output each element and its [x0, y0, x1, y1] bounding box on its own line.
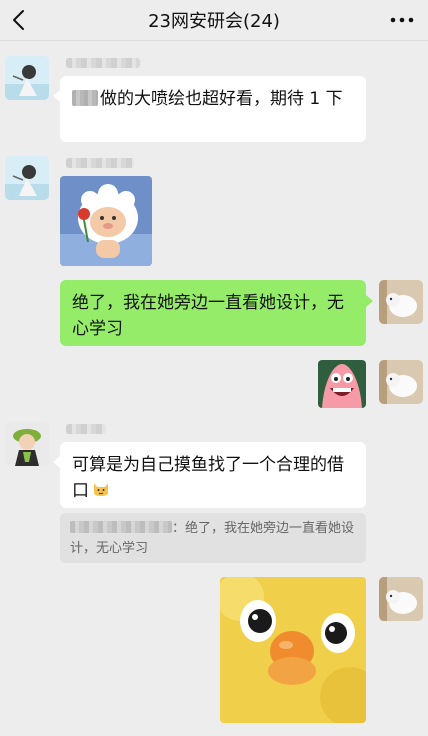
- redacted-name: [72, 90, 98, 106]
- bubble-tail: [53, 456, 60, 468]
- more-dots-icon: [390, 17, 414, 23]
- avatar[interactable]: [5, 156, 49, 200]
- bubble-tail: [53, 90, 60, 102]
- avatar[interactable]: [5, 422, 49, 466]
- avatar[interactable]: [379, 360, 423, 404]
- quoted-message[interactable]: ：绝了，我在她旁边一直看她设计，无心学习: [60, 513, 366, 563]
- quote-prefix: ：: [172, 521, 186, 536]
- chat-header: 23网安研会(24): [0, 0, 428, 41]
- message-text: 做的大喷绘也超好看，期待 1 下: [100, 89, 343, 109]
- sender-name-blurred: [66, 158, 134, 168]
- bubble-tail: [366, 295, 373, 307]
- message-bubble[interactable]: 做的大喷绘也超好看，期待 1 下: [60, 76, 366, 142]
- sender-name-blurred: [66, 424, 106, 434]
- sender-name-blurred: [66, 58, 140, 68]
- avatar[interactable]: [379, 577, 423, 621]
- avatar[interactable]: [5, 56, 49, 100]
- sticker-patrick-star-grin[interactable]: [318, 360, 366, 408]
- message-bubble[interactable]: 绝了，我在她旁边一直看她设计，无心学习: [60, 280, 366, 346]
- quoted-sender-blurred: [70, 521, 172, 533]
- sticker-yellow-chick-face[interactable]: [220, 577, 366, 723]
- sticker-sheep-with-rose[interactable]: [60, 176, 152, 266]
- more-button[interactable]: [384, 6, 420, 34]
- cat-emoji-icon: [91, 479, 111, 507]
- message-text: 可算是为自己摸鱼找了一个合理的借口: [72, 455, 344, 501]
- message-text: 绝了，我在她旁边一直看她设计，无心学习: [72, 293, 344, 339]
- avatar[interactable]: [379, 280, 423, 324]
- chat-title: 23网安研会(24): [148, 11, 280, 32]
- message-bubble[interactable]: 可算是为自己摸鱼找了一个合理的借口: [60, 442, 366, 508]
